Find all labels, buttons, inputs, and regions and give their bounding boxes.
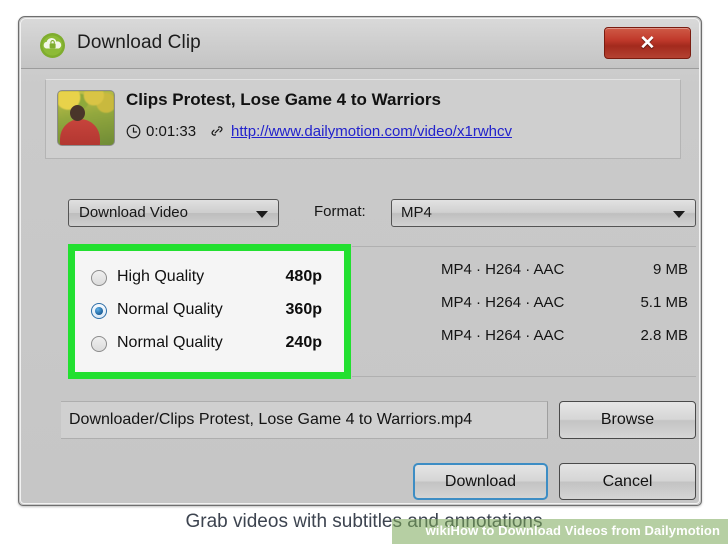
video-info-panel: Clips Protest, Lose Game 4 to Warriors 0… <box>45 79 681 159</box>
save-path-input[interactable]: Downloader/Clips Protest, Lose Game 4 to… <box>61 401 548 439</box>
screenshot-root: Download Clip ✕ Clips Protest, Lose Game… <box>0 0 728 544</box>
watermark-text: wikiHow to Download Videos from Dailymot… <box>425 523 720 538</box>
format-dropdown[interactable]: MP4 <box>391 199 696 227</box>
download-mode-dropdown[interactable]: Download Video <box>68 199 279 227</box>
download-clip-dialog: Download Clip ✕ Clips Protest, Lose Game… <box>18 16 702 506</box>
save-path-value: Downloader/Clips Protest, Lose Game 4 to… <box>69 411 473 428</box>
download-mode-value: Download Video <box>79 204 188 221</box>
file-size: 5.1 MB <box>640 294 688 311</box>
wikihow-watermark: wikiHow to Download Videos from Dailymot… <box>392 519 728 544</box>
quality-detail-row: MP4 · H264 · AAC 9 MB <box>352 256 696 289</box>
quality-option-row[interactable]: High Quality 480p <box>75 263 344 296</box>
codec-info: MP4 · H264 · AAC <box>441 327 565 344</box>
quality-label: High Quality <box>117 268 205 285</box>
download-cloud-icon <box>39 32 66 59</box>
title-bar: Download Clip ✕ <box>21 19 699 69</box>
video-title: Clips Protest, Lose Game 4 to Warriors <box>126 90 441 109</box>
codec-info: MP4 · H264 · AAC <box>441 294 565 311</box>
quality-radio[interactable] <box>91 303 107 319</box>
quality-resolution: 240p <box>285 334 322 351</box>
quality-radio[interactable] <box>91 336 107 352</box>
close-button[interactable]: ✕ <box>604 27 691 59</box>
cancel-button[interactable]: Cancel <box>559 463 696 500</box>
quality-label: Normal Quality <box>117 301 223 318</box>
link-icon <box>210 124 224 138</box>
quality-option-row[interactable]: Normal Quality 360p <box>75 296 344 329</box>
codec-info: MP4 · H264 · AAC <box>441 261 565 278</box>
file-size: 2.8 MB <box>640 327 688 344</box>
video-duration: 0:01:33 <box>146 122 197 140</box>
thumbnail-subject-head <box>70 105 85 121</box>
quality-label: Normal Quality <box>117 334 223 351</box>
quality-selection-area: High Quality 480p Normal Quality 360p No… <box>68 244 696 379</box>
chevron-down-icon <box>256 211 268 218</box>
chevron-down-icon <box>673 211 685 218</box>
format-label: Format: <box>314 203 366 220</box>
quality-detail-row: MP4 · H264 · AAC 2.8 MB <box>352 322 696 355</box>
quality-option-row[interactable]: Normal Quality 240p <box>75 329 344 362</box>
video-url-link[interactable]: http://www.dailymotion.com/video/x1rwhcv <box>231 123 512 140</box>
quality-options-highlight: High Quality 480p Normal Quality 360p No… <box>68 244 351 379</box>
file-size: 9 MB <box>652 261 688 278</box>
video-meta-row: 0:01:33 http://www.dailymotion.com/video… <box>126 120 512 142</box>
dialog-inner-frame: Download Clip ✕ Clips Protest, Lose Game… <box>20 18 700 504</box>
quality-radio[interactable] <box>91 270 107 286</box>
browse-button[interactable]: Browse <box>559 401 696 439</box>
quality-resolution: 480p <box>285 268 322 285</box>
quality-resolution: 360p <box>285 301 322 318</box>
quality-detail-row: MP4 · H264 · AAC 5.1 MB <box>352 289 696 322</box>
video-thumbnail <box>57 90 115 146</box>
quality-details-column: MP4 · H264 · AAC 9 MB MP4 · H264 · AAC 5… <box>352 244 696 379</box>
clock-icon <box>126 124 141 139</box>
close-icon: ✕ <box>639 32 656 54</box>
window-title: Download Clip <box>77 32 201 53</box>
download-button[interactable]: Download <box>413 463 548 500</box>
format-value: MP4 <box>401 204 432 221</box>
